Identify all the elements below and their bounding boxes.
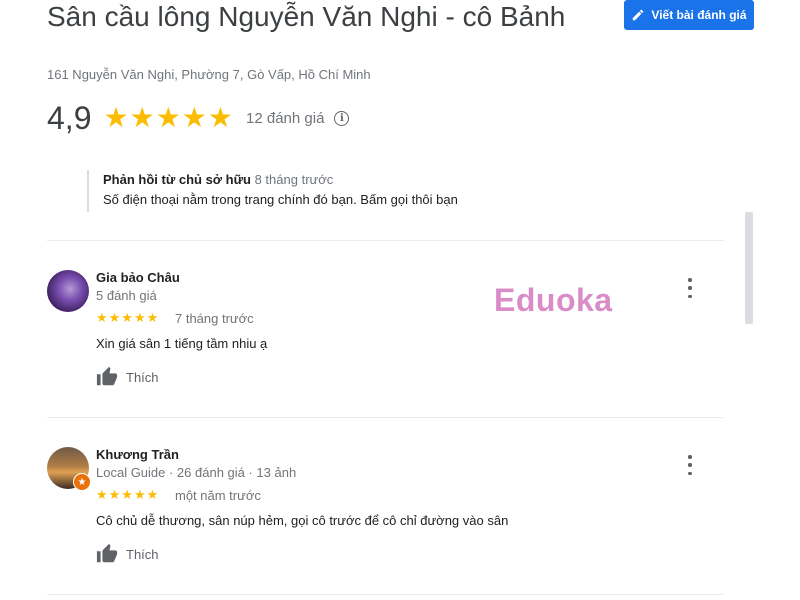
reviewer-name[interactable]: Khương Trần [96,447,179,462]
like-label: Thích [126,369,159,385]
reviewer-meta: 5 đánh giá [96,288,157,303]
divider [47,240,724,241]
thumbs-up-icon [96,366,118,386]
write-review-button[interactable]: Viết bài đánh giá [624,0,754,30]
place-address: 161 Nguyễn Văn Nghi, Phường 7, Gò Vấp, H… [47,67,371,82]
like-label: Thích [126,546,159,562]
review-stars: ★★★★★ [96,487,160,502]
place-title: Sân cầu lông Nguyễn Văn Nghi - cô Bảnh [47,1,566,32]
review-time: 7 tháng trước [175,311,254,326]
reviewer-meta: Local Guide · 26 đánh giá · 13 ảnh [96,465,297,480]
rating-value: 4,9 [47,100,92,136]
review-text: Xin giá sân 1 tiếng tầm nhiu ạ [96,336,268,351]
owner-reply: Phản hồi từ chủ sở hữu 8 tháng trước Số … [87,170,458,212]
more-options-icon[interactable] [682,278,698,298]
rating-summary: 4,9 ★★★★★ 12 đánh giá i [47,98,350,138]
owner-reply-text: Số điện thoại nằm trong trang chính đó b… [103,192,458,207]
like-button[interactable]: Thích [96,543,159,565]
rating-stars: ★★★★★ [103,102,234,133]
review-item: ★ Khương Trần Local Guide · 26 đánh giá … [47,447,727,567]
owner-reply-time: 8 tháng trước [254,172,334,187]
review-stars: ★★★★★ [96,310,160,325]
info-icon[interactable]: i [334,110,350,126]
owner-reply-label: Phản hồi từ chủ sở hữu [103,172,251,187]
reviewer-name[interactable]: Gia bảo Châu [96,270,180,285]
scrollbar[interactable] [745,212,753,324]
divider [47,417,724,418]
review-time: một năm trước [175,488,261,503]
local-guide-badge-icon: ★ [73,473,91,491]
avatar[interactable] [47,270,89,312]
review-count[interactable]: 12 đánh giá [246,110,324,127]
watermark-logo: Eduoka [494,282,613,318]
review-text: Cô chủ dễ thương, sân núp hẻm, gọi cô tr… [96,513,509,528]
pencil-icon [633,9,644,21]
thumbs-up-icon [96,543,118,563]
review-item: Gia bảo Châu 5 đánh giá ★★★★★ 7 tháng tr… [47,270,727,390]
write-review-label: Viết bài đánh giá [651,8,747,22]
more-options-icon[interactable] [682,455,698,475]
divider [47,594,724,595]
like-button[interactable]: Thích [96,366,159,388]
